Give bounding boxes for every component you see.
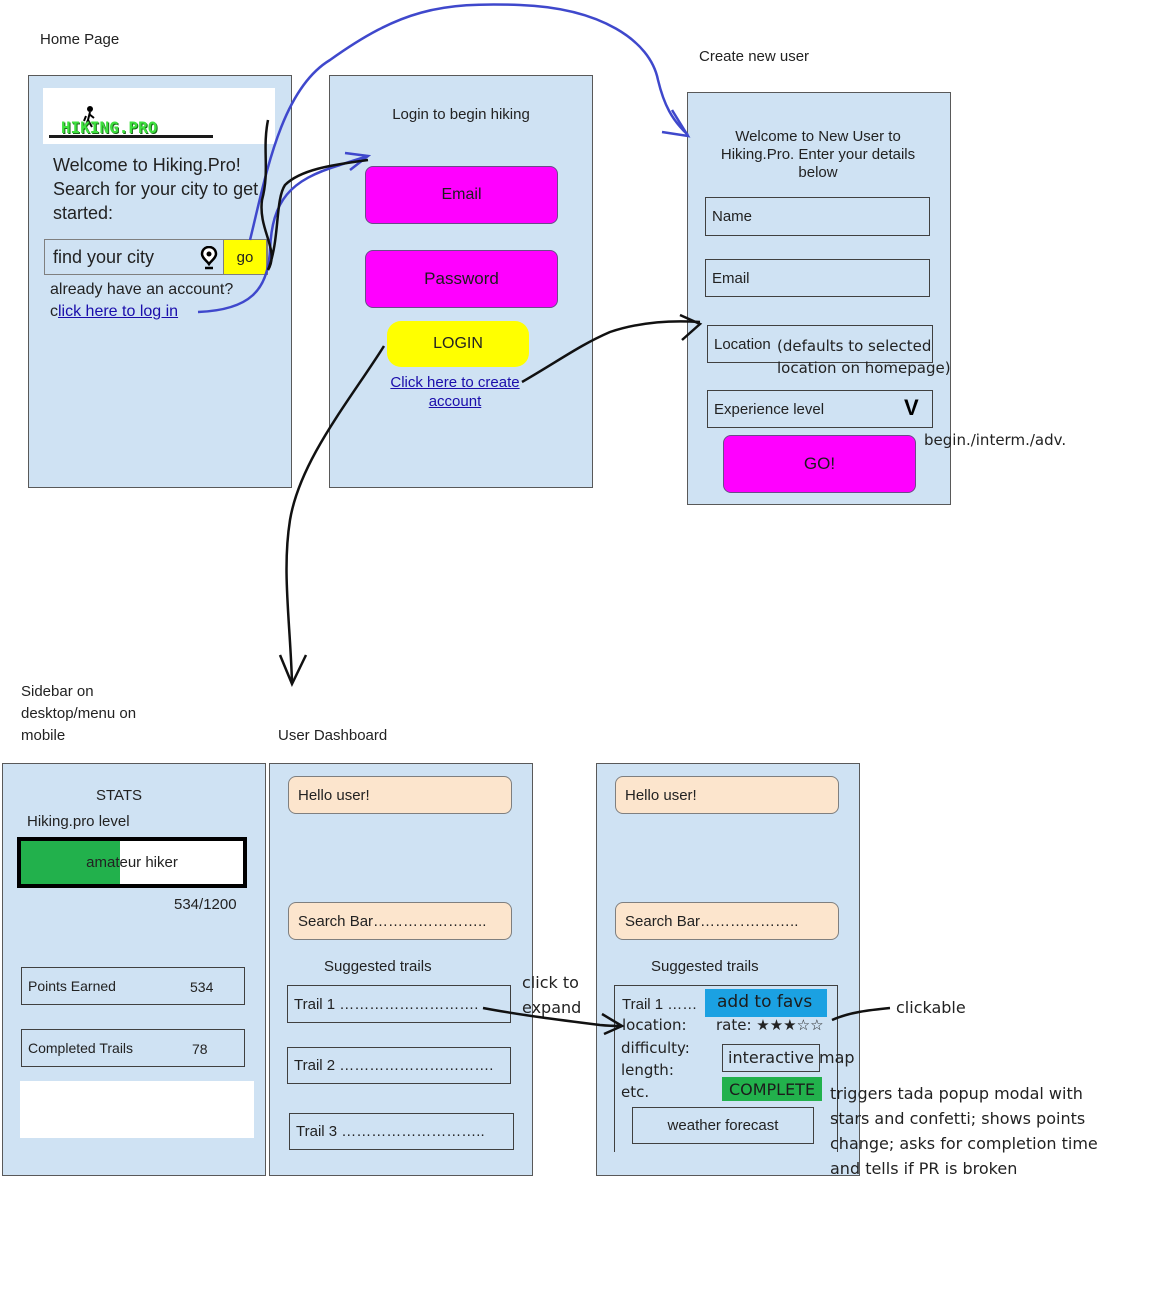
trail-etc-label: etc.: [621, 1083, 650, 1101]
login-button[interactable]: LOGIN: [387, 321, 529, 367]
complete-modal-note: triggers tada popup modal with stars and…: [830, 1084, 1098, 1178]
trail-1-item[interactable]: Trail 1 ……………………….: [287, 985, 511, 1023]
login-link-prefix: c: [50, 303, 58, 320]
points-earned-value: 534: [190, 979, 214, 995]
weather-forecast-box[interactable]: weather forecast: [632, 1107, 814, 1144]
trail-length-label: length:: [621, 1061, 674, 1079]
suggested-trails-title: Suggested trails: [324, 958, 432, 975]
expanded-dashboard-panel: Hello user! Search Bar……………….. Suggested…: [596, 763, 860, 1176]
login-email-field[interactable]: Email: [365, 166, 558, 224]
expanded-hello-user-banner: Hello user!: [615, 776, 839, 814]
trail-2-item[interactable]: Trail 2 ………………………….: [287, 1047, 511, 1084]
completed-trails-box: Completed Trails 78: [21, 1029, 245, 1067]
login-password-field[interactable]: Password: [365, 250, 558, 308]
city-search-input[interactable]: find your city: [53, 247, 154, 268]
points-progress: 534/1200: [174, 896, 237, 913]
experience-options-note: begin./interm./adv.: [924, 431, 1067, 449]
name-field[interactable]: Name: [705, 197, 930, 236]
completed-trails-value: 78: [192, 1041, 208, 1057]
create-account-link[interactable]: Click here to create account: [380, 373, 530, 411]
login-title: Login to begin hiking: [392, 106, 530, 123]
points-earned-box: Points Earned 534: [21, 967, 245, 1005]
go-button[interactable]: go: [223, 239, 267, 275]
trail-location-label: location:: [622, 1016, 687, 1034]
dashboard-panel: Hello user! Search Bar………………….. Suggeste…: [269, 763, 533, 1176]
arrow-head-create: [661, 109, 691, 138]
sidebar-empty-slot: [20, 1081, 254, 1138]
experience-dropdown-check: V: [904, 395, 919, 420]
caption-home-page: Home Page: [40, 31, 120, 48]
caption-create-new-user: Create new user: [699, 48, 810, 65]
login-link[interactable]: lick here to log in: [58, 303, 178, 320]
trail-difficulty-label: difficulty:: [621, 1039, 690, 1057]
points-earned-label: Points Earned: [28, 978, 116, 994]
arrow-head-dashboard: [278, 654, 308, 688]
stats-title: STATS: [95, 787, 143, 804]
expanded-search-bar[interactable]: Search Bar………………..: [615, 902, 839, 940]
have-account-text: already have an account?: [50, 281, 234, 298]
home-welcome-text: Welcome to Hiking.Pro! Search for your c…: [53, 155, 259, 223]
home-page-panel: HIKING.PRO Welcome to Hiking.Pro! Search…: [28, 75, 292, 488]
dashboard-search-bar[interactable]: Search Bar…………………..: [288, 902, 512, 940]
add-to-favs-label: add to favs: [717, 992, 813, 1012]
trail-3-item[interactable]: Trail 3 ………………………..: [289, 1113, 514, 1150]
add-to-favs-button[interactable]: add to favs: [705, 989, 827, 1017]
completed-trails-label: Completed Trails: [28, 1040, 134, 1056]
login-panel: Login to begin hiking Email Password LOG…: [329, 75, 593, 488]
login-link-line: click here to log in: [50, 303, 178, 321]
create-email-field[interactable]: Email: [705, 259, 930, 297]
interactive-map-button[interactable]: interactive map: [722, 1044, 855, 1072]
hello-user-banner: Hello user!: [288, 776, 512, 814]
level-progress-bar: amateur hiker: [17, 837, 247, 888]
location-note: (defaults to selected location on homepa…: [777, 337, 951, 377]
experience-level-select[interactable]: Experience level: [707, 390, 933, 428]
city-search-bar: find your city go: [44, 239, 268, 275]
level-name: amateur hiker: [86, 854, 178, 871]
clickable-note: clickable: [896, 998, 966, 1017]
expanded-trail-card: Trail 1 …… add to favs location: difficu…: [614, 985, 855, 1152]
complete-button[interactable]: COMPLETE: [722, 1077, 822, 1101]
caption-sidebar: Sidebar on desktop/menu on mobile: [21, 683, 137, 744]
sidebar-panel: STATS Hiking.pro level amateur hiker 534…: [2, 763, 266, 1176]
caption-user-dashboard: User Dashboard: [278, 727, 388, 744]
expanded-trail-title: Trail 1 ……: [622, 996, 698, 1013]
location-pin-icon[interactable]: [200, 245, 218, 270]
create-go-button[interactable]: GO!: [723, 435, 916, 493]
click-to-expand-note: click to expand: [522, 973, 582, 1017]
create-user-welcome: Welcome to New User to Hiking.Pro. Enter…: [720, 128, 916, 181]
level-label: Hiking.pro level: [27, 813, 130, 830]
logo: HIKING.PRO: [43, 88, 275, 144]
interactive-map-label: interactive map: [728, 1048, 855, 1067]
trail-rating[interactable]: rate: ★★★☆☆: [716, 1016, 824, 1034]
logo-ground: [49, 135, 213, 138]
create-user-panel: Welcome to New User to Hiking.Pro. Enter…: [687, 92, 951, 505]
expanded-suggested-title: Suggested trails: [651, 958, 759, 975]
